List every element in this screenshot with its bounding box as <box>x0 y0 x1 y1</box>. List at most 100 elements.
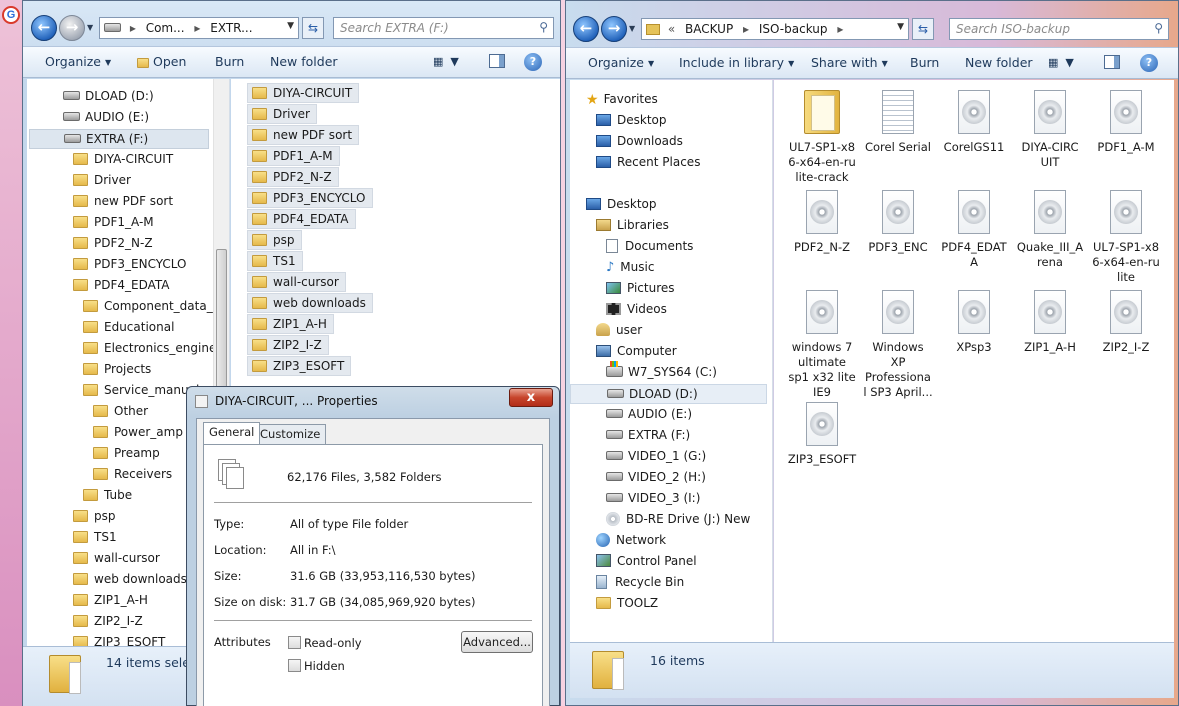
tree-item-driver[interactable]: Driver <box>27 171 131 191</box>
file-zip3-esoft[interactable]: ZIP3_ESOFT <box>782 402 862 467</box>
tree-item-preamp[interactable]: Preamp <box>27 444 160 464</box>
preview-pane-button[interactable] <box>1104 55 1120 69</box>
tree-item-tube[interactable]: Tube <box>27 486 132 506</box>
nav-item-video-3-i[interactable]: VIDEO_3 (I:) <box>570 489 700 509</box>
open-button[interactable]: Open <box>137 54 186 69</box>
forward-button[interactable]: → <box>59 15 85 41</box>
nav-item-control-panel[interactable]: Control Panel <box>570 552 697 572</box>
list-item-pdf2-n-z[interactable]: PDF2_N-Z <box>247 167 339 187</box>
help-button[interactable]: ? <box>1140 54 1158 72</box>
change-view-button[interactable]: ▦ ▼ <box>433 55 459 68</box>
tree-item-new-pdf-sort[interactable]: new PDF sort <box>27 192 173 212</box>
organize-menu[interactable]: Organize ▼ <box>45 54 111 69</box>
file-ul7-sp1-x8-6-x64-en-ru-lite[interactable]: UL7-SP1-x8 6-x64-en-ru lite <box>1086 190 1166 285</box>
file-quake-iii-a-rena[interactable]: Quake_III_A rena <box>1010 190 1090 270</box>
list-item-driver[interactable]: Driver <box>247 104 317 124</box>
tree-item-zip1-a-h[interactable]: ZIP1_A-H <box>27 591 148 611</box>
refresh-button[interactable]: ⇆ <box>302 17 324 39</box>
file-corelgs11[interactable]: CorelGS11 <box>934 90 1014 155</box>
burn-button[interactable]: Burn <box>910 55 939 70</box>
nav-item-extra-f[interactable]: EXTRA (F:) <box>570 426 690 446</box>
nav-item-video-2-h[interactable]: VIDEO_2 (H:) <box>570 468 706 488</box>
tree-item-diya-circuit[interactable]: DIYA-CIRCUIT <box>27 150 173 170</box>
file-zip2-i-z[interactable]: ZIP2_I-Z <box>1086 290 1166 355</box>
new-folder-button[interactable]: New folder <box>270 54 338 69</box>
preview-pane-button[interactable] <box>489 54 505 68</box>
nav-item-w7-sys64-c[interactable]: W7_SYS64 (C:) <box>570 361 717 383</box>
address-segment-extra[interactable]: EXTR... <box>210 21 252 35</box>
nav-item-documents[interactable]: Documents <box>570 237 693 257</box>
tab-general[interactable]: General <box>203 422 261 444</box>
address-segment-backup[interactable]: BACKUP <box>685 22 733 36</box>
file-pdf4-edat-a[interactable]: PDF4_EDAT A <box>934 190 1014 270</box>
tree-item-power-amp[interactable]: Power_amp <box>27 423 183 443</box>
tree-item-zip2-i-z[interactable]: ZIP2_I-Z <box>27 612 143 632</box>
nav-item-network[interactable]: Network <box>570 531 666 551</box>
tree-item-service-manuals[interactable]: Service_manuals <box>27 381 206 401</box>
nav-item-audio-e[interactable]: AUDIO (E:) <box>570 405 692 425</box>
tree-item-web-downloads[interactable]: web downloads <box>27 570 187 590</box>
tree-item-component-data-s[interactable]: Component_data_s <box>27 297 219 317</box>
nav-item-desktop[interactable]: Desktop <box>570 195 657 215</box>
google-chrome-taskbar-icon[interactable]: G <box>2 6 20 24</box>
address-bar[interactable]: ▸ Com... ▸ EXTR... ▼ <box>99 17 299 39</box>
nav-item-computer[interactable]: Computer <box>570 342 677 362</box>
list-item-zip1-a-h[interactable]: ZIP1_A-H <box>247 314 334 334</box>
tree-item-ts1[interactable]: TS1 <box>27 528 117 548</box>
nav-item-recent-places[interactable]: Recent Places <box>570 153 700 173</box>
tree-item-psp[interactable]: psp <box>27 507 116 527</box>
advanced-button[interactable]: Advanced... <box>461 631 533 653</box>
file-diya-circ-uit[interactable]: DIYA-CIRC UIT <box>1010 90 1090 170</box>
address-dropdown-icon[interactable]: ▼ <box>897 22 904 32</box>
list-item-ts1[interactable]: TS1 <box>247 251 303 271</box>
back-button[interactable]: ← <box>573 16 599 42</box>
tree-item-pdf1-a-m[interactable]: PDF1_A-M <box>27 213 154 233</box>
readonly-checkbox[interactable] <box>288 636 301 649</box>
address-segment-computer[interactable]: Com... <box>146 21 185 35</box>
share-with-menu[interactable]: Share with ▼ <box>811 55 888 70</box>
tree-item-wall-cursor[interactable]: wall-cursor <box>27 549 160 569</box>
change-view-button[interactable]: ▦ ▼ <box>1048 56 1074 69</box>
nav-item-user[interactable]: user <box>570 321 642 341</box>
tree-item-audio-e[interactable]: AUDIO (E:) <box>27 108 149 128</box>
tree-item-receivers[interactable]: Receivers <box>27 465 172 485</box>
list-item-psp[interactable]: psp <box>247 230 302 250</box>
nav-item-toolz[interactable]: TOOLZ <box>570 594 658 614</box>
tree-item-projects[interactable]: Projects <box>27 360 151 380</box>
list-item-web-downloads[interactable]: web downloads <box>247 293 373 313</box>
list-item-new-pdf-sort[interactable]: new PDF sort <box>247 125 360 145</box>
nav-item-bd-re-drive-j-new[interactable]: BD-RE Drive (J:) New <box>570 510 750 530</box>
nav-item-favorites[interactable]: ★ Favorites <box>570 90 658 110</box>
tree-item-electronics-enginee[interactable]: Electronics_enginee <box>27 339 224 359</box>
file-ul7-sp1-x8-6-x64-en-ru-lite-crack[interactable]: UL7-SP1-x8 6-x64-en-ru lite-crack <box>782 90 862 185</box>
nav-item-music[interactable]: ♪ Music <box>570 258 654 278</box>
forward-button[interactable]: → <box>601 16 627 42</box>
nav-item-recycle-bin[interactable]: Recycle Bin <box>570 573 684 593</box>
list-item-pdf4-edata[interactable]: PDF4_EDATA <box>247 209 356 229</box>
include-in-library-menu[interactable]: Include in library ▼ <box>679 55 794 70</box>
scrollbar-thumb[interactable] <box>216 249 227 399</box>
file-corel-serial[interactable]: Corel Serial <box>858 90 938 155</box>
file-zip1-a-h[interactable]: ZIP1_A-H <box>1010 290 1090 355</box>
address-segment-iso-backup[interactable]: ISO-backup <box>759 22 828 36</box>
recent-pages-dropdown[interactable]: ▼ <box>629 24 639 34</box>
back-button[interactable]: ← <box>31 15 57 41</box>
list-item-pdf1-a-m[interactable]: PDF1_A-M <box>247 146 340 166</box>
search-input[interactable]: Search EXTRA (F:) ⚲ <box>333 17 554 39</box>
tree-item-dload-d[interactable]: DLOAD (D:) <box>27 87 154 107</box>
tree-item-pdf3-encyclo[interactable]: PDF3_ENCYCLO <box>27 255 187 275</box>
tree-item-other[interactable]: Other <box>27 402 148 422</box>
file-windows-7-ultimate-sp1-x32-lite-ie9[interactable]: windows 7 ultimate sp1 x32 lite IE9 <box>782 290 862 400</box>
tree-item-pdf2-n-z[interactable]: PDF2_N-Z <box>27 234 153 254</box>
tab-customize[interactable]: Customize <box>254 424 327 444</box>
tree-item-pdf4-edata[interactable]: PDF4_EDATA <box>27 276 170 296</box>
nav-item-downloads[interactable]: Downloads <box>570 132 683 152</box>
readonly-label[interactable]: Read-only <box>304 636 362 650</box>
file-pdf2-n-z[interactable]: PDF2_N-Z <box>782 190 862 255</box>
address-bar[interactable]: « BACKUP ▸ ISO-backup ▸ ▼ <box>641 18 909 40</box>
nav-item-desktop[interactable]: Desktop <box>570 111 667 131</box>
recent-pages-dropdown[interactable]: ▼ <box>87 23 97 33</box>
address-dropdown-icon[interactable]: ▼ <box>287 21 294 31</box>
hidden-label[interactable]: Hidden <box>304 659 345 673</box>
tree-item-educational[interactable]: Educational <box>27 318 174 338</box>
